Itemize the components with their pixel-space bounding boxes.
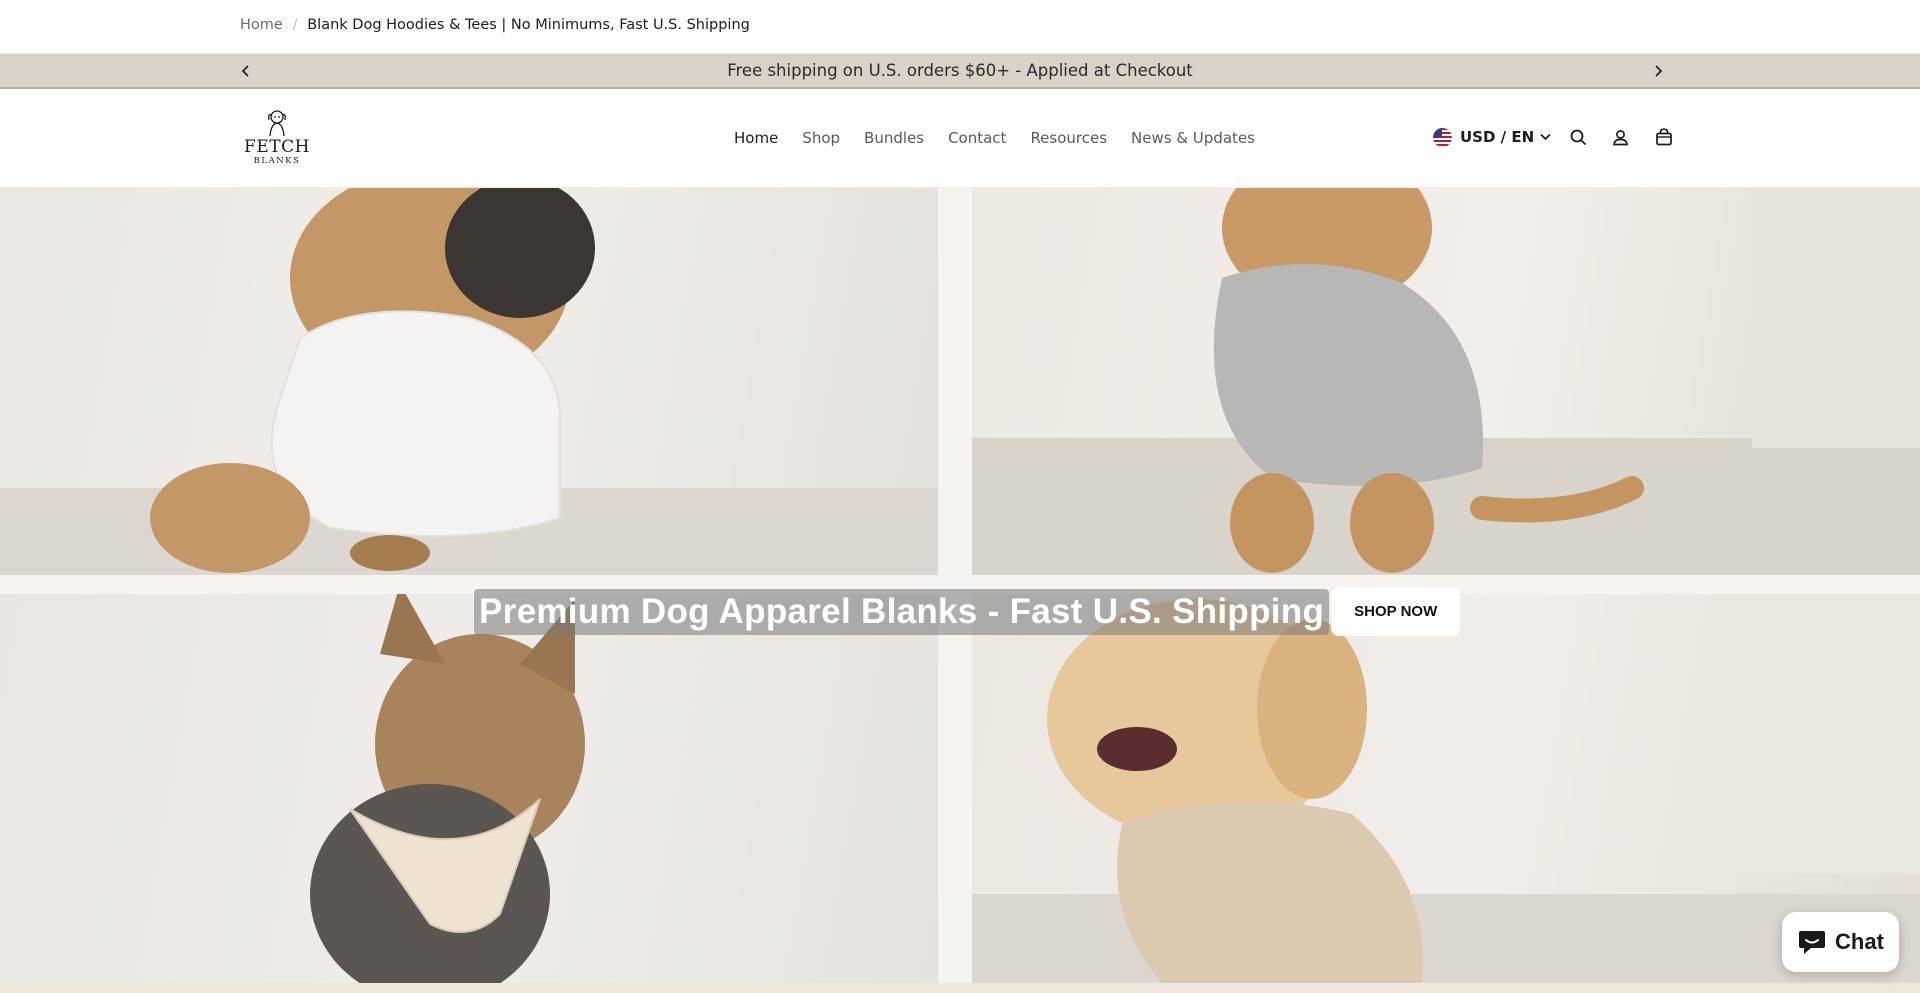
chevron-right-icon [1655,65,1663,77]
chevron-left-icon [241,65,249,77]
announcement-next-button[interactable] [1647,60,1669,82]
hero-banner: Premium Dog Apparel Blanks - Fast U.S. S… [0,188,1920,983]
logo-wordmark: FETCH [244,137,310,157]
logo-subtext: BLANKS [253,156,301,166]
chat-button[interactable]: Chat [1782,912,1899,972]
announcement-bar: Free shipping on U.S. orders $60+ - Appl… [0,54,1920,89]
hero-title: Premium Dog Apparel Blanks - Fast U.S. S… [474,588,1330,635]
poodle-grey-hoodie-photo [972,188,1920,575]
shop-now-button[interactable]: SHOP NOW [1331,587,1461,636]
breadcrumb-separator: / [292,17,298,33]
currency-label: USD / EN [1460,128,1535,146]
hero-cta-row: Premium Dog Apparel Blanks - Fast U.S. S… [474,587,1461,636]
nav-contact[interactable]: Contact [948,129,1006,147]
search-icon [1570,129,1586,145]
breadcrumb: Home / Blank Dog Hoodies & Tees | No Min… [240,17,750,33]
breadcrumb-current: Blank Dog Hoodies & Tees | No Minimums, … [307,17,750,33]
us-flag-icon [1433,127,1452,147]
currency-selector[interactable]: USD / EN [1433,127,1551,147]
search-button[interactable] [1567,126,1589,148]
account-button[interactable] [1609,126,1631,148]
yorkie-cream-bandana-photo [0,594,938,983]
dog-logo-icon [268,110,286,137]
chat-label: Chat [1835,929,1884,954]
nav-home[interactable]: Home [734,129,778,147]
site-header: FETCH BLANKS Home Shop Bundles Contact R… [0,89,1920,188]
section-divider [0,983,1920,993]
announcement-message: Free shipping on U.S. orders $60+ - Appl… [727,61,1193,80]
logo[interactable]: FETCH BLANKS [244,109,310,167]
header-tools: USD / EN [1433,126,1675,148]
breadcrumb-home-link[interactable]: Home [240,17,283,33]
pug-white-tee-photo [0,188,938,575]
account-icon [1612,129,1628,145]
main-nav: Home Shop Bundles Contact Resources News… [734,129,1279,147]
golden-retriever-tan-sweater-photo [972,594,1920,983]
cart-button[interactable] [1653,126,1675,148]
nav-shop[interactable]: Shop [802,129,840,147]
cart-icon [1656,128,1673,146]
nav-resources[interactable]: Resources [1030,129,1107,147]
breadcrumb-bar: Home / Blank Dog Hoodies & Tees | No Min… [0,0,1920,54]
announcement-prev-button[interactable] [235,60,257,82]
chat-bubble-icon [1799,931,1826,954]
nav-bundles[interactable]: Bundles [864,129,924,147]
chevron-down-icon [1540,133,1551,141]
nav-news-updates[interactable]: News & Updates [1131,129,1255,147]
